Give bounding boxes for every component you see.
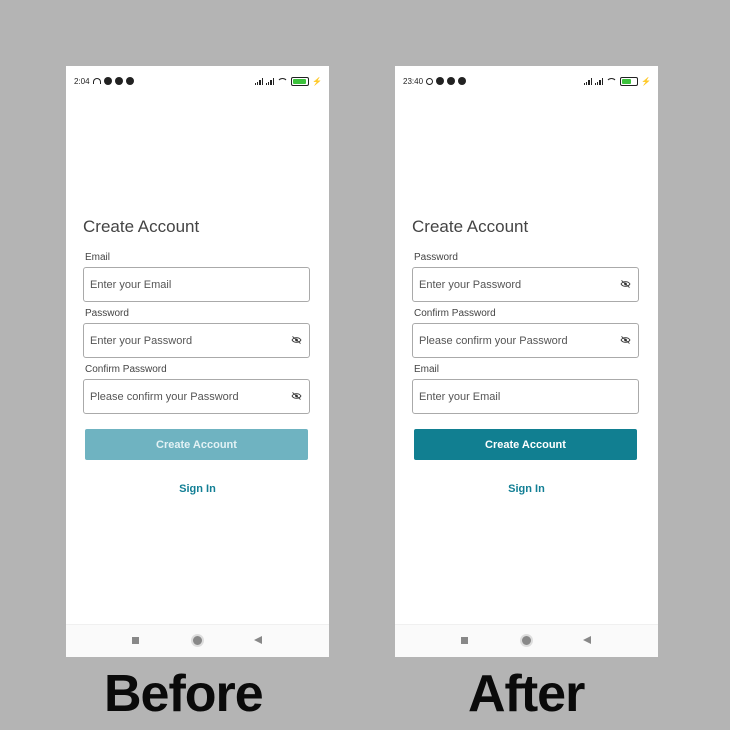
alarm-icon [426, 77, 434, 85]
battery-icon [291, 76, 310, 86]
battery-icon [620, 76, 639, 86]
back-icon[interactable] [254, 636, 262, 644]
email-field[interactable]: Enter your Email [412, 379, 639, 414]
eye-off-icon[interactable] [291, 392, 302, 400]
signal-icon [265, 77, 275, 85]
password-placeholder: Enter your Password [419, 279, 522, 291]
home-icon[interactable] [520, 634, 533, 647]
eye-off-icon[interactable] [620, 280, 631, 288]
navigation-bar [66, 624, 329, 657]
password-field[interactable]: Enter your Password [83, 323, 310, 358]
signal-icon [583, 77, 592, 85]
status-time: 2:04 [74, 76, 90, 86]
eye-off-icon[interactable] [291, 336, 302, 344]
navigation-bar [395, 624, 658, 657]
status-time: 23:40 [403, 76, 424, 86]
page-title: Create Account [412, 217, 529, 236]
create-account-button[interactable]: Create Account [85, 429, 308, 460]
page-title: Create Account [83, 217, 200, 236]
notification-icon [458, 77, 467, 85]
email-placeholder: Enter your Email [419, 391, 501, 403]
notification-icon [447, 77, 456, 85]
email-label: Email [414, 364, 440, 375]
recents-icon[interactable] [461, 637, 468, 644]
home-icon[interactable] [191, 634, 204, 647]
confirm-password-label: Confirm Password [414, 308, 496, 319]
notification-icon [125, 77, 134, 85]
password-placeholder: Enter your Password [90, 335, 193, 347]
sign-in-link[interactable]: Sign In [395, 483, 658, 495]
notification-icon [103, 77, 112, 85]
confirm-password-field[interactable]: Please confirm your Password [83, 379, 310, 414]
create-account-button[interactable]: Create Account [414, 429, 637, 460]
confirm-password-placeholder: Please confirm your Password [419, 335, 568, 347]
sign-in-link[interactable]: Sign In [66, 483, 329, 495]
wifi-icon [606, 77, 618, 85]
status-bar: 23:40 ⚡ [403, 75, 651, 87]
confirm-password-label: Confirm Password [85, 364, 167, 375]
phone-screen-after: 23:40 ⚡ Create Account Password Enter yo… [395, 66, 658, 657]
notification-icon [114, 77, 123, 85]
phone-screen-before: 2:04 ⚡ Create Account Email Enter your E… [66, 66, 329, 657]
charging-icon: ⚡ [641, 76, 651, 86]
password-label: Password [414, 252, 458, 263]
charging-icon: ⚡ [312, 76, 322, 86]
recents-icon[interactable] [132, 637, 139, 644]
email-placeholder: Enter your Email [90, 279, 172, 291]
signal-icon [594, 77, 604, 85]
eye-off-icon[interactable] [620, 336, 631, 344]
before-caption: Before [104, 665, 264, 723]
status-bar: 2:04 ⚡ [74, 75, 322, 87]
email-field[interactable]: Enter your Email [83, 267, 310, 302]
confirm-password-placeholder: Please confirm your Password [90, 391, 239, 403]
after-caption: After [468, 665, 585, 723]
headphone-icon [92, 78, 101, 84]
email-label: Email [85, 252, 111, 263]
signal-icon [254, 77, 263, 85]
back-icon[interactable] [583, 636, 591, 644]
wifi-icon [277, 77, 289, 85]
password-label: Password [85, 308, 129, 319]
confirm-password-field[interactable]: Please confirm your Password [412, 323, 639, 358]
password-field[interactable]: Enter your Password [412, 267, 639, 302]
notification-icon [436, 77, 445, 85]
